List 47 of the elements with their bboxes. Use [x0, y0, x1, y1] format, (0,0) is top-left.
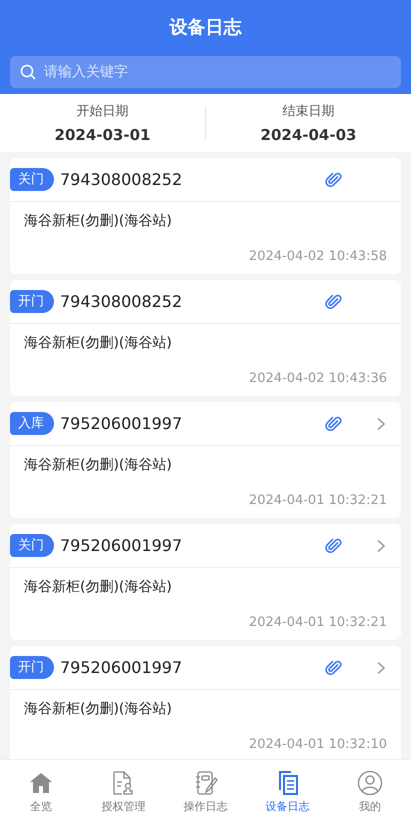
log-card[interactable]: 开门 795206001997 海谷新柜(勿删)(海谷站) 2024-04-01 10:32:10	[10, 646, 401, 759]
action-tag: 关门	[10, 168, 54, 191]
log-card[interactable]: 关门 794308008252 海谷新柜(勿删)(海谷站) 2024-04-02 10:43:58	[10, 158, 401, 274]
chevron-right-icon[interactable]	[375, 416, 387, 430]
device-number: 794308008252	[60, 292, 184, 311]
log-card[interactable]: 关门 795206001997 海谷新柜(勿删)(海谷站) 2024-04-01 10:32:21	[10, 524, 401, 640]
profile-icon	[356, 770, 383, 796]
location-text: 海谷新柜(勿删)(海谷站)	[24, 456, 173, 474]
paperclip-icon[interactable]	[325, 292, 343, 310]
log-card[interactable]: 开门 794308008252 海谷新柜(勿删)(海谷站) 2024-04-02 10:43:36	[10, 280, 401, 396]
paperclip-icon[interactable]	[325, 414, 343, 432]
action-tag: 关门	[10, 534, 54, 557]
paperclip-icon[interactable]	[325, 536, 343, 554]
location-text: 海谷新柜(勿删)(海谷站)	[24, 334, 173, 352]
chevron-right-icon[interactable]	[375, 660, 387, 674]
timestamp: 2024-04-01 10:32:10	[248, 737, 387, 752]
device-number: 794308008252	[60, 170, 184, 189]
action-tag: 开门	[10, 656, 54, 679]
timestamp: 2024-04-02 10:43:36	[248, 371, 387, 386]
nav-tab[interactable]: 全览	[0, 760, 82, 824]
location-text: 海谷新柜(勿删)(海谷站)	[24, 578, 173, 596]
log-card[interactable]: 入库 795206001997 海谷新柜(勿删)(海谷站) 2024-04-01 10:32:21	[10, 402, 401, 518]
date-value[interactable]: 2024-03-01	[54, 126, 150, 144]
date-label: 开始日期	[76, 103, 128, 120]
chevron-right-icon[interactable]	[375, 538, 387, 552]
nav-tab[interactable]: 我的	[328, 760, 411, 824]
date-label: 结束日期	[282, 103, 334, 120]
device-number: 795206001997	[60, 658, 184, 677]
search-icon	[20, 64, 36, 80]
page-title: 设备日志	[168, 16, 243, 40]
home-icon	[28, 770, 54, 796]
device-number: 795206001997	[60, 414, 184, 433]
paperclip-icon[interactable]	[325, 170, 343, 188]
timestamp: 2024-04-02 10:43:58	[248, 249, 387, 264]
paperclip-icon[interactable]	[325, 658, 343, 676]
location-text: 海谷新柜(勿删)(海谷站)	[24, 700, 173, 718]
nav-tab[interactable]: 授权管理	[82, 760, 164, 824]
search-field[interactable]: 请输入关键字	[10, 56, 401, 88]
date-value[interactable]: 2024-04-03	[260, 126, 356, 144]
nav-tab[interactable]: 操作日志	[164, 760, 247, 824]
action-tag: 入库	[10, 412, 54, 435]
nav-tab[interactable]: 设备日志	[246, 760, 329, 824]
device-number: 795206001997	[60, 536, 184, 555]
location-text: 海谷新柜(勿删)(海谷站)	[24, 212, 173, 230]
timestamp: 2024-04-01 10:32:21	[248, 615, 387, 630]
action-tag: 开门	[10, 290, 54, 313]
timestamp: 2024-04-01 10:32:21	[248, 493, 387, 508]
